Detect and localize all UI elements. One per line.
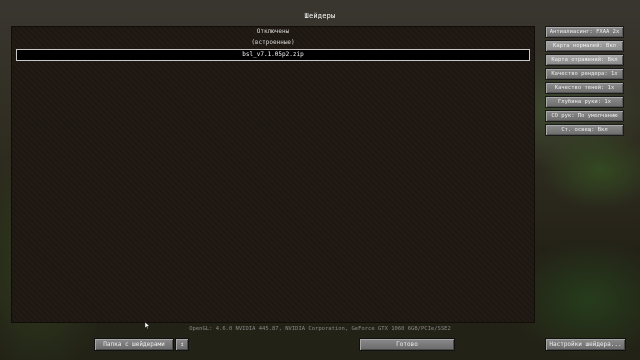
- shader-item-builtin[interactable]: (встроенные): [11, 37, 535, 48]
- open-shader-folder-button[interactable]: Папка с шейдерами: [94, 338, 174, 351]
- option-specular-map-button[interactable]: Карта отражений: Вкл: [545, 54, 624, 66]
- opengl-info-text: OpenGL: 4.6.0 NVIDIA 445.87, NVIDIA Corp…: [189, 326, 451, 332]
- mouse-cursor-icon: [144, 321, 150, 330]
- done-button[interactable]: Готово: [359, 338, 455, 351]
- screen-title: Шейдеры: [304, 12, 336, 20]
- option-antialiasing-button[interactable]: Антиалиасинг: FXAA 2x: [545, 26, 624, 38]
- option-hand-depth-button[interactable]: Глубина руки: 1x: [545, 96, 624, 108]
- folder-upload-icon[interactable]: ↥: [175, 338, 189, 351]
- shader-settings-button[interactable]: Настройки шейдера...: [545, 338, 626, 351]
- option-normal-map-button[interactable]: Карта нормалей: Вкл: [545, 40, 624, 52]
- shader-item-off[interactable]: Отключены: [11, 26, 535, 37]
- option-render-quality-button[interactable]: Качество рендера: 1x: [545, 68, 624, 80]
- shader-options-column: Антиалиасинг: FXAA 2x Карта нормалей: Вк…: [545, 26, 624, 138]
- shader-list: Отключены (встроенные) bsl_v7.1.05p2.zip: [11, 26, 535, 61]
- option-old-hand-light-button[interactable]: СО рук: По умолчанию: [545, 110, 624, 122]
- option-shadow-quality-button[interactable]: Качество теней: 1x: [545, 82, 624, 94]
- option-old-lighting-button[interactable]: Ст. освещ: Вкл: [545, 124, 624, 136]
- shader-item-bsl[interactable]: bsl_v7.1.05p2.zip: [16, 49, 530, 61]
- shader-list-panel[interactable]: [11, 26, 535, 323]
